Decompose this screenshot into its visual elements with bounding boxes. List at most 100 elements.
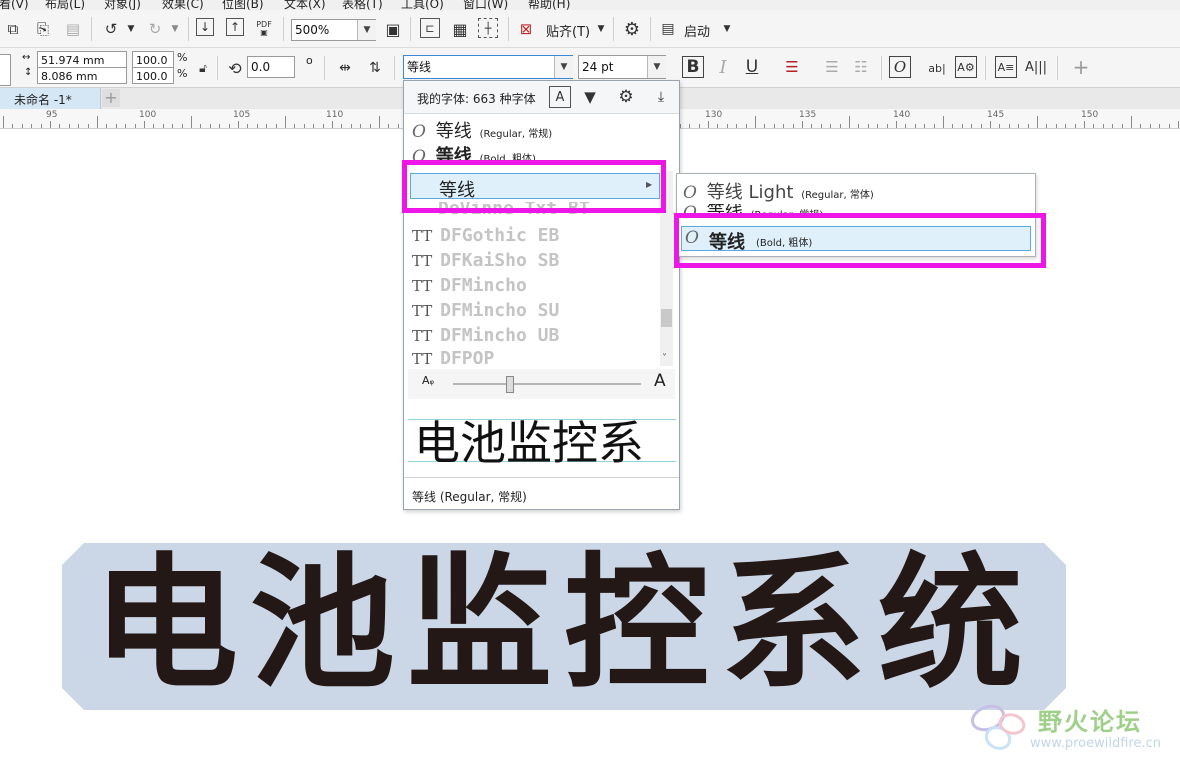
percent-label: % bbox=[177, 67, 188, 80]
submenu-item-light[interactable]: O 等线 Light (Regular, 常体) bbox=[683, 178, 874, 204]
ruler-tick bbox=[50, 121, 51, 128]
opentype-icon[interactable]: O bbox=[889, 56, 911, 78]
ruler-tick bbox=[1140, 124, 1141, 128]
menu-help[interactable]: 帮助(H) bbox=[528, 0, 570, 10]
font-entry[interactable]: TT DFMincho SU bbox=[412, 300, 559, 321]
font-entry[interactable]: TT DFGothic EB bbox=[412, 225, 559, 246]
scale-y-field[interactable]: 100.0 bbox=[132, 67, 174, 84]
undo-dropdown-icon[interactable]: ▼ bbox=[120, 18, 142, 40]
height-field[interactable]: 8.086 mm bbox=[37, 67, 127, 84]
scroll-down-icon[interactable]: ˅ bbox=[662, 353, 667, 364]
font-size-dropdown-icon[interactable]: ▼ bbox=[647, 56, 666, 78]
italic-button[interactable]: I bbox=[712, 56, 734, 78]
launch-icon[interactable]: ▤ bbox=[657, 18, 679, 40]
menu-bitmaps[interactable]: 位图(B) bbox=[222, 0, 264, 10]
bullet-list-icon[interactable]: ☰ bbox=[821, 56, 843, 78]
menu-layout[interactable]: 布局(L) bbox=[45, 0, 85, 10]
zoom-dropdown-icon[interactable]: ▼ bbox=[357, 20, 376, 40]
mirror-horizontal-icon[interactable]: ⇹ bbox=[334, 57, 356, 79]
publish-pdf-icon[interactable]: PDF ▣ bbox=[253, 18, 275, 40]
larger-preview-icon[interactable]: A bbox=[654, 371, 666, 391]
show-grid-icon[interactable]: ▦ bbox=[449, 18, 471, 40]
copy-icon[interactable]: ⎘ bbox=[32, 18, 54, 40]
menu-table[interactable]: 表格(T) bbox=[342, 0, 383, 10]
bold-button[interactable]: B bbox=[682, 56, 704, 78]
percent-label: % bbox=[177, 51, 188, 64]
snap-off-icon[interactable]: ⊠ bbox=[515, 18, 537, 40]
undo-icon[interactable]: ↺ bbox=[100, 18, 122, 40]
font-entry[interactable]: TT DFKaiSho SB bbox=[412, 250, 559, 271]
ruler-tick bbox=[1028, 124, 1029, 128]
underline-button[interactable]: U bbox=[741, 56, 763, 78]
show-guidelines-icon[interactable]: ┼ bbox=[478, 18, 498, 38]
truetype-font-icon: TT bbox=[412, 350, 433, 364]
text-alignment-icon[interactable]: ☰ bbox=[781, 56, 803, 78]
position-field-edge[interactable] bbox=[0, 54, 11, 86]
snap-to-button[interactable]: 贴齐(T) bbox=[546, 21, 590, 40]
font-entry-name: DFPOP bbox=[440, 348, 495, 364]
menu-object[interactable]: 对象(J) bbox=[104, 0, 141, 10]
add-icon[interactable]: + bbox=[1070, 55, 1092, 79]
redo-dropdown-icon[interactable]: ▼ bbox=[164, 18, 186, 40]
edit-text-icon[interactable]: A≡ bbox=[995, 56, 1017, 78]
smaller-preview-icon[interactable]: Aᵩ bbox=[422, 374, 434, 387]
font-search-icon[interactable]: A bbox=[549, 86, 571, 108]
font-name-field[interactable]: 等线 bbox=[403, 55, 573, 79]
launch-button[interactable]: 启动 bbox=[684, 21, 710, 40]
canvas-artistic-text[interactable]: 电池监控系统 bbox=[62, 541, 1066, 708]
ruler-tick bbox=[219, 124, 220, 128]
ruler-tick bbox=[106, 124, 107, 128]
options-gear-icon[interactable]: ⚙ bbox=[621, 18, 643, 40]
full-screen-icon[interactable]: ▣ bbox=[382, 18, 404, 40]
font-entry-regular[interactable]: O 等线 (Regular, 常规) bbox=[412, 117, 552, 143]
opentype-font-icon: O bbox=[412, 122, 426, 142]
ruler-tick bbox=[981, 124, 982, 128]
font-settings-gear-icon[interactable]: ⚙ bbox=[615, 86, 637, 108]
ruler-tick bbox=[304, 124, 305, 128]
vertical-text-icon[interactable]: A||| bbox=[1025, 56, 1047, 78]
character-spacing-icon[interactable]: ab| bbox=[926, 57, 948, 79]
menu-tools[interactable]: 工具(O) bbox=[401, 0, 444, 10]
menu-effects[interactable]: 效果(C) bbox=[162, 0, 204, 10]
launch-dropdown-icon[interactable]: ▼ bbox=[716, 18, 738, 40]
rotation-field[interactable]: 0.0 bbox=[247, 56, 295, 78]
paste-icon[interactable]: ▤ bbox=[62, 18, 84, 40]
lock-ratio-icon[interactable]: 🔓︎ bbox=[192, 57, 214, 79]
export-icon[interactable]: ↑ bbox=[226, 18, 244, 36]
get-more-fonts-icon[interactable]: ⤓ bbox=[650, 86, 672, 108]
tab-label: 未命名 -1* bbox=[14, 93, 72, 107]
highlight-box-bold bbox=[674, 213, 1046, 268]
separator bbox=[217, 56, 218, 80]
drop-cap-icon[interactable]: ☷ bbox=[850, 56, 872, 78]
redo-icon[interactable]: ↻ bbox=[144, 18, 166, 40]
width-field[interactable]: 51.974 mm bbox=[37, 51, 127, 68]
font-entry[interactable]: TT DFMincho bbox=[412, 275, 527, 296]
font-entry[interactable]: TT DFMincho UB bbox=[412, 325, 559, 346]
ruler-label: 110 bbox=[326, 110, 344, 120]
font-dropdown-icon[interactable]: ▼ bbox=[554, 56, 573, 78]
add-tab-button[interactable]: + bbox=[102, 89, 120, 107]
ruler-tick bbox=[257, 124, 258, 128]
tab-untitled[interactable]: 未命名 -1* bbox=[0, 88, 101, 109]
text-properties-icon[interactable]: A⚙ bbox=[955, 56, 977, 78]
menu-window[interactable]: 窗口(W) bbox=[463, 0, 508, 10]
show-rulers-icon[interactable]: ⊏ bbox=[420, 18, 440, 38]
snap-dropdown-icon[interactable]: ▼ bbox=[590, 18, 612, 40]
ruler-tick bbox=[755, 116, 756, 128]
ruler-label: 95 bbox=[46, 110, 58, 120]
slider-thumb[interactable] bbox=[506, 376, 514, 393]
filter-icon[interactable]: ▼ bbox=[579, 86, 601, 108]
scale-x-field[interactable]: 100.0 bbox=[132, 51, 174, 68]
ruler-tick bbox=[783, 124, 784, 128]
menu-view[interactable]: 看(V) bbox=[0, 0, 29, 10]
slider-track[interactable] bbox=[453, 383, 641, 385]
mirror-vertical-icon[interactable]: ⇅ bbox=[364, 57, 386, 79]
rotation-icon[interactable]: ⟲ bbox=[224, 57, 246, 79]
ruler-tick bbox=[247, 124, 248, 128]
menu-text[interactable]: 文本(X) bbox=[284, 0, 326, 10]
scrollbar-thumb[interactable] bbox=[661, 309, 672, 327]
new-doc-icon[interactable]: ⧉ bbox=[2, 18, 24, 40]
ruler-tick bbox=[116, 124, 117, 128]
import-icon[interactable]: ↓ bbox=[196, 18, 214, 36]
font-entry[interactable]: TT DFPOP bbox=[412, 348, 652, 364]
